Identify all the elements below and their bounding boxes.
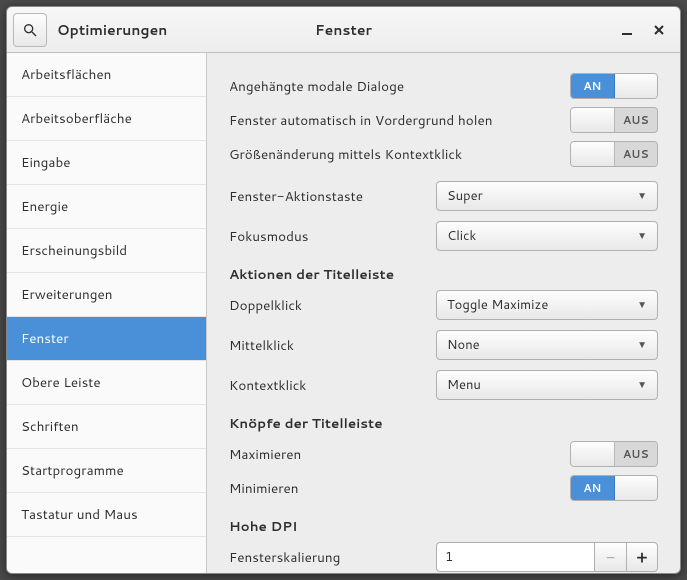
app-title: Optimierungen — [57, 20, 167, 40]
middle-click-label: Mittelklick — [229, 336, 436, 355]
context-click-dropdown[interactable]: Menu ▼ — [436, 370, 658, 400]
sidebar-item-energie[interactable]: Energie — [7, 185, 206, 229]
sidebar-item-schriften[interactable]: Schriften — [7, 405, 206, 449]
window-action-key-dropdown[interactable]: Super ▼ — [436, 181, 658, 211]
sidebar-item-eingabe[interactable]: Eingabe — [7, 141, 206, 185]
titlebar-buttons-header: Knöpfe der Titelleiste — [229, 414, 658, 433]
window-scaling-decrease[interactable]: − — [594, 542, 626, 572]
sidebar-item-startprogramme[interactable]: Startprogramme — [7, 449, 206, 493]
maximize-toggle[interactable]: AUS — [570, 441, 658, 467]
window-scaling-stepper: 1 − + — [436, 542, 658, 572]
attached-modal-dialogs-label: Angehängte modale Dialoge — [229, 77, 570, 96]
auto-raise-toggle[interactable]: AUS — [570, 107, 658, 133]
chevron-down-icon: ▼ — [637, 378, 647, 392]
body: ArbeitsflächenArbeitsoberflächeEingabeEn… — [7, 53, 680, 573]
close-button[interactable] — [650, 21, 668, 39]
context-click-label: Kontextklick — [229, 376, 436, 395]
chevron-down-icon: ▼ — [637, 298, 647, 312]
titlebar-actions-header: Aktionen der Titelleiste — [229, 265, 658, 284]
window-scaling-label: Fensterskalierung — [229, 548, 436, 567]
minimize-button[interactable] — [618, 21, 636, 39]
minimize-label: Minimieren — [229, 479, 570, 498]
hidpi-header: Hohe DPI — [229, 517, 658, 536]
sidebar-item-erscheinungsbild[interactable]: Erscheinungsbild — [7, 229, 206, 273]
page-title: Fenster — [315, 20, 372, 40]
sidebar-item-obere-leiste[interactable]: Obere Leiste — [7, 361, 206, 405]
auto-raise-label: Fenster automatisch in Vordergrund holen — [229, 111, 570, 130]
window-scaling-increase[interactable]: + — [626, 542, 658, 572]
window-action-key-label: Fenster-Aktionstaste — [229, 187, 436, 206]
content: Angehängte modale Dialoge AN Fenster aut… — [207, 53, 680, 573]
sidebar-item-erweiterungen[interactable]: Erweiterungen — [7, 273, 206, 317]
window-controls — [618, 21, 674, 39]
sidebar-item-arbeitsoberfläche[interactable]: Arbeitsoberfläche — [7, 97, 206, 141]
minimize-toggle[interactable]: AN — [570, 475, 658, 501]
sidebar-item-arbeitsflächen[interactable]: Arbeitsflächen — [7, 53, 206, 97]
resize-context-toggle[interactable]: AUS — [570, 141, 658, 167]
window-scaling-input[interactable]: 1 — [436, 542, 594, 572]
double-click-dropdown[interactable]: Toggle Maximize ▼ — [436, 290, 658, 320]
search-button[interactable] — [13, 13, 47, 47]
chevron-down-icon: ▼ — [637, 338, 647, 352]
focus-mode-dropdown[interactable]: Click ▼ — [436, 221, 658, 251]
sidebar-item-fenster[interactable]: Fenster — [7, 317, 206, 361]
chevron-down-icon: ▼ — [637, 229, 647, 243]
tweaks-window: Optimierungen Fenster ArbeitsflächenArbe… — [6, 6, 681, 574]
focus-mode-label: Fokusmodus — [229, 227, 436, 246]
middle-click-dropdown[interactable]: None ▼ — [436, 330, 658, 360]
sidebar: ArbeitsflächenArbeitsoberflächeEingabeEn… — [7, 53, 207, 573]
maximize-label: Maximieren — [229, 445, 570, 464]
attached-modal-dialogs-toggle[interactable]: AN — [570, 73, 658, 99]
titlebar: Optimierungen Fenster — [7, 7, 680, 53]
resize-context-label: Größenänderung mittels Kontextklick — [229, 145, 570, 164]
sidebar-item-tastatur-und-maus[interactable]: Tastatur und Maus — [7, 493, 206, 537]
chevron-down-icon: ▼ — [637, 189, 647, 203]
double-click-label: Doppelklick — [229, 296, 436, 315]
search-icon — [22, 22, 38, 38]
